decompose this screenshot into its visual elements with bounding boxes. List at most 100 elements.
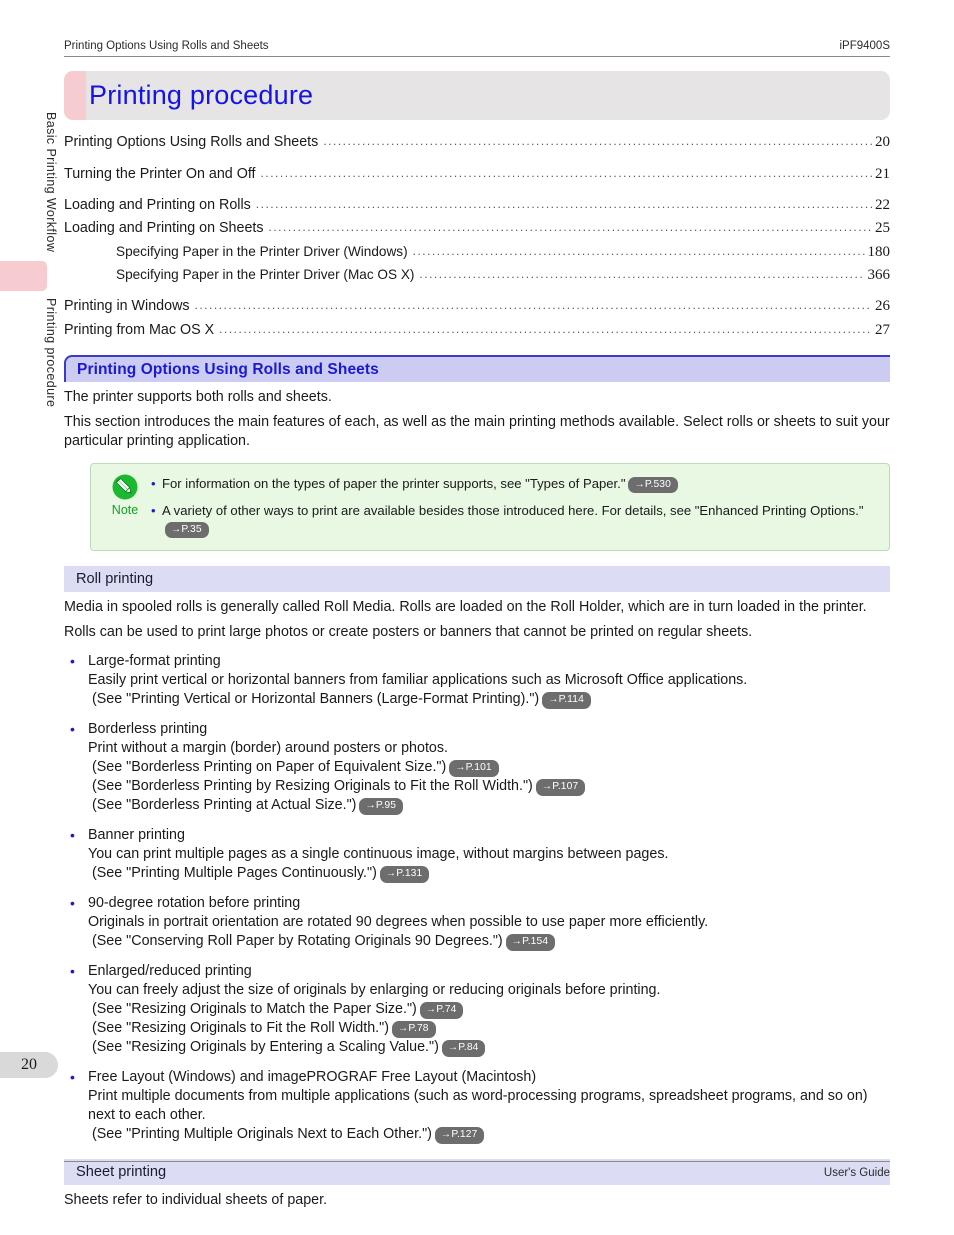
toc-entry[interactable]: Specifying Paper in the Printer Driver (… — [64, 241, 890, 264]
toc-entry[interactable]: Loading and Printing on Sheets..........… — [64, 217, 890, 240]
feature-bullet-reference-text: (See "Borderless Printing on Paper of Eq… — [92, 759, 447, 776]
toc-entry[interactable]: Loading and Printing on Rolls...........… — [64, 194, 890, 217]
feature-bullet-item: • 90-degree rotation before printing Origi… — [64, 894, 890, 951]
bullet-dot-icon: • — [70, 1069, 75, 1086]
feature-bullet-reference-text: (See "Printing Multiple Pages Continuous… — [92, 865, 377, 882]
page-title: Printing procedure — [89, 80, 314, 110]
note-item: • A variety of other ways to print are av… — [151, 502, 877, 539]
bullet-dot-icon: • — [70, 963, 75, 980]
page-reference-badge[interactable]: →P.530 — [628, 476, 678, 494]
note-item-list: • For information on the types of paper t… — [151, 473, 877, 539]
roll-printing-bullet-list: • Large-format printing Easily print verti… — [64, 652, 890, 1144]
page-reference-badge[interactable]: →P.35 — [165, 521, 209, 539]
toc-entry-label: Specifying Paper in the Printer Driver (… — [116, 267, 415, 283]
page-reference-badge[interactable]: →P.74 — [419, 1001, 464, 1019]
sidebar-tab-printing-procedure[interactable]: Printing procedure — [0, 298, 58, 428]
toc-leader-dots: ........................................… — [219, 322, 872, 335]
feature-bullet-body: Large-format printing Easily print vertic… — [88, 652, 890, 709]
toc-entry-page: 25 — [875, 220, 890, 237]
toc-leader-dots: ........................................… — [412, 244, 865, 257]
running-header-left: Printing Options Using Rolls and Sheets — [64, 40, 269, 52]
feature-bullet-description: You can freely adjust the size of origin… — [88, 982, 661, 999]
toc-entry[interactable]: Turning the Printer On and Off..........… — [64, 162, 890, 185]
feature-bullet-reference-text: (See "Resizing Originals to Match the Pa… — [92, 1001, 417, 1018]
sidebar-tab-basic-printing-workflow[interactable]: Basic Printing Workflow — [0, 112, 58, 277]
toc-entry-page: 21 — [875, 165, 890, 182]
page-content: Printing Options Using Rolls and Sheets … — [64, 0, 890, 1210]
toc-entry-label: Loading and Printing on Sheets — [64, 220, 264, 237]
toc-entry[interactable]: Specifying Paper in the Printer Driver (… — [64, 264, 890, 287]
section-heading-bar: Printing Options Using Rolls and Sheets — [64, 355, 890, 382]
note-item-body: For information on the types of paper th… — [162, 475, 678, 494]
page-reference-badge[interactable]: →P.114 — [542, 691, 591, 709]
feature-bullet-description: You can print multiple pages as a single… — [88, 846, 669, 863]
bullet-dot-icon: • — [70, 721, 75, 738]
feature-bullet-reference-text: (See "Resizing Originals by Entering a S… — [92, 1039, 439, 1056]
page-reference-badge[interactable]: →P.101 — [449, 759, 499, 777]
note-bullet-icon: • — [151, 503, 156, 519]
feature-bullet-body: Free Layout (Windows) and imagePROGRAF F… — [88, 1068, 890, 1144]
feature-bullet-reference-text: (See "Borderless Printing at Actual Size… — [92, 797, 357, 814]
note-bullet-icon: • — [151, 476, 156, 491]
feature-bullet-title: 90-degree rotation before printing — [88, 895, 301, 912]
toc-entry-label: Specifying Paper in the Printer Driver (… — [116, 243, 408, 259]
toc-entry-label: Turning the Printer On and Off — [64, 165, 256, 182]
page-reference-badge[interactable]: →P.131 — [379, 865, 430, 883]
feature-bullet-description: Originals in portrait orientation are ro… — [88, 914, 709, 931]
feature-bullet-description: Print without a margin (border) around p… — [88, 740, 448, 757]
feature-bullet-body: 90-degree rotation before printing Origin… — [88, 894, 890, 951]
feature-bullet-reference-line: (See "Borderless Printing at Actual Size… — [88, 796, 890, 815]
page-reference-badge[interactable]: →P.127 — [434, 1126, 485, 1144]
toc-entry[interactable]: Printing in Windows.....................… — [64, 295, 890, 318]
roll-printing-paragraph-1: Media in spooled rolls is generally call… — [64, 599, 867, 616]
toc-leader-dots: ........................................… — [194, 299, 872, 312]
section-heading-text: Printing Options Using Rolls and Sheets — [77, 360, 379, 378]
subsection-heading-roll-printing-text: Roll printing — [76, 571, 154, 588]
sidebar-active-marker — [0, 261, 47, 291]
feature-bullet-title: Large-format printing — [88, 653, 221, 670]
page-reference-badge[interactable]: →P.154 — [505, 933, 556, 951]
feature-bullet-title: Banner printing — [88, 827, 185, 844]
bullet-dot-icon: • — [70, 827, 75, 844]
feature-bullet-reference-text: (See "Resizing Originals to Fit the Roll… — [92, 1020, 389, 1037]
feature-bullet-reference-line: (See "Resizing Originals to Fit the Roll… — [88, 1019, 890, 1038]
page-reference-badge[interactable]: →P.78 — [391, 1020, 436, 1038]
running-header-model: iPF9400S — [839, 40, 890, 52]
page-reference-badge[interactable]: →P.84 — [441, 1039, 486, 1057]
chapter-title-banner: Printing procedure — [64, 71, 890, 120]
toc-entry[interactable]: Printing Options Using Rolls and Sheets.… — [64, 131, 890, 154]
feature-bullet-description: Easily print vertical or horizontal bann… — [88, 672, 748, 689]
feature-bullet-reference-text: (See "Printing Vertical or Horizontal Ba… — [92, 691, 540, 708]
note-item: • For information on the types of paper t… — [151, 475, 877, 494]
feature-bullet-description: Print multiple documents from multiple a… — [88, 1088, 868, 1124]
table-of-contents: Printing Options Using Rolls and Sheets.… — [64, 131, 890, 342]
section-paragraph-1: The printer supports both rolls and shee… — [64, 389, 332, 405]
feature-bullet-body: Banner printing You can print multiple pa… — [88, 826, 890, 883]
feature-bullet-reference-line: (See "Printing Vertical or Horizontal Ba… — [88, 690, 890, 709]
toc-leader-dots: ........................................… — [255, 197, 872, 210]
note-item-text: A variety of other ways to print are ava… — [162, 503, 864, 519]
sidebar: Basic Printing Workflow Printing procedu… — [0, 0, 58, 1235]
feature-bullet-reference-line: (See "Resizing Originals by Entering a S… — [88, 1038, 890, 1057]
bullet-dot-icon: • — [70, 895, 75, 912]
toc-entry-label: Printing in Windows — [64, 298, 190, 315]
toc-entry-page: 366 — [867, 267, 891, 284]
toc-leader-dots: ........................................… — [419, 268, 865, 281]
subsection-heading-roll-printing: Roll printing — [64, 566, 890, 593]
toc-entry[interactable]: Printing from Mac OS X..................… — [64, 319, 890, 342]
feature-bullet-item: • Free Layout (Windows) and imagePROGRAF … — [64, 1068, 890, 1144]
feature-bullet-reference-line: (See "Borderless Printing by Resizing Or… — [88, 777, 890, 796]
page-reference-badge[interactable]: →P.95 — [359, 797, 404, 815]
section-paragraph-2: This section introduces the main feature… — [64, 414, 890, 449]
note-label: Note — [111, 503, 139, 517]
feature-bullet-title: Borderless printing — [88, 721, 208, 738]
page-reference-badge[interactable]: →P.107 — [535, 778, 586, 796]
note-box: Note • For information on the types of pa… — [90, 463, 890, 552]
sheet-printing-paragraph-1: Sheets refer to individual sheets of pap… — [64, 1192, 328, 1209]
note-item-text: For information on the types of paper th… — [162, 476, 626, 491]
running-header: Printing Options Using Rolls and Sheets … — [64, 0, 890, 57]
feature-bullet-body: Borderless printing Print without a margi… — [88, 720, 890, 815]
feature-bullet-reference-line: (See "Resizing Originals to Match the Pa… — [88, 1000, 890, 1019]
feature-bullet-item: • Borderless printing Print without a marg… — [64, 720, 890, 815]
toc-entry-label: Printing Options Using Rolls and Sheets — [64, 134, 319, 151]
